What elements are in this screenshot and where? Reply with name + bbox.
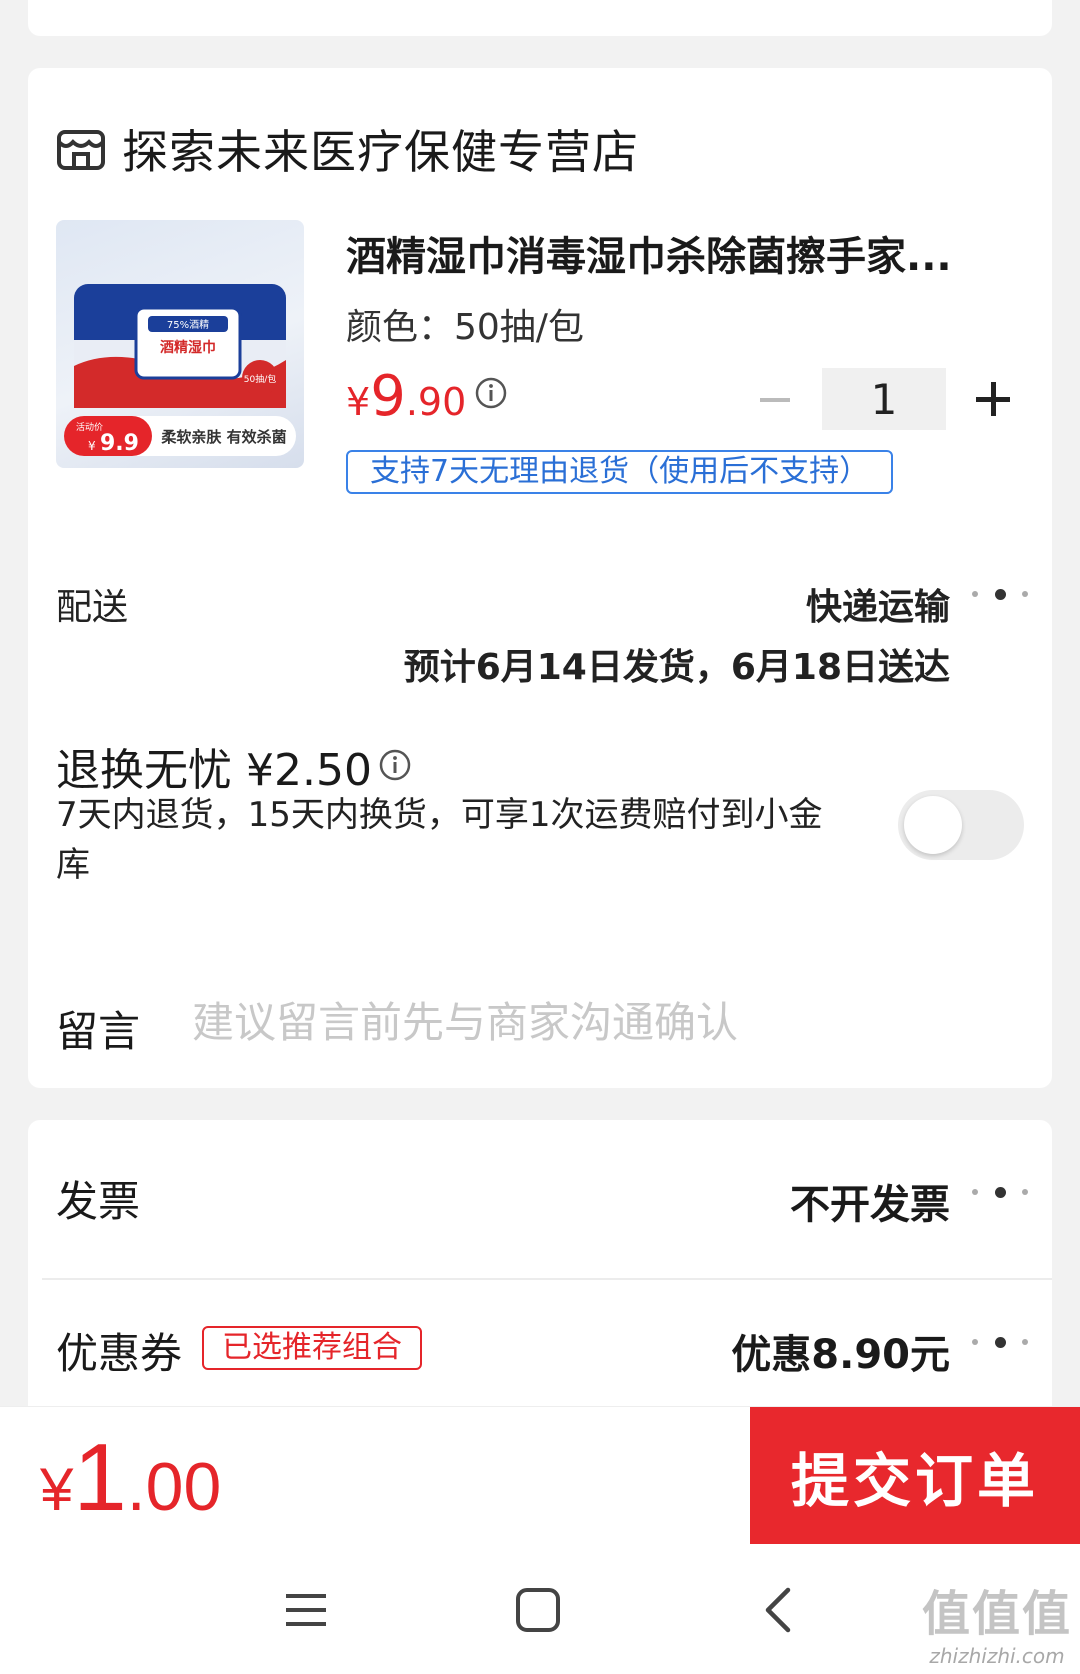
price-decimal: .90 [405,380,467,424]
invoice-more-icon[interactable] [972,1184,1028,1200]
total-price: ¥1.00 [40,1423,221,1533]
promo-text: 柔软亲肤 有效杀菌 [161,428,286,446]
product-title[interactable]: 酒精湿巾消毒湿巾杀除菌擦手家... [346,224,1026,282]
message-label: 留言 [56,1007,141,1056]
invoice-value[interactable]: 不开发票 [790,1172,950,1230]
divider [42,1278,1052,1280]
coupon-value[interactable]: 优惠8.90元 [731,1322,950,1380]
increase-quantity-button[interactable] [966,372,1020,426]
shipping-more-icon[interactable] [972,586,1028,602]
submit-order-button[interactable]: 提交订单 [750,1407,1080,1545]
promo-prefix: 活动价 [76,421,103,433]
promo-yen: ¥ [88,439,96,453]
return-policy-tag: 支持7天无理由退货（使用后不支持） [346,450,894,494]
previous-section-card [28,0,1052,36]
back-icon[interactable] [740,1570,820,1650]
watermark: 值值值 zhizhizhi.com [922,1574,1072,1668]
system-nav-bar: 值值值 zhizhizhi.com [0,1544,1080,1674]
info-icon[interactable] [474,376,508,410]
worry-free-title: 退换无忧 ¥2.50 [56,745,372,796]
watermark-url: zhizhizhi.com [929,1644,1065,1668]
count-badge: 50抽/包 [244,373,277,385]
product-price: ¥9.90 [346,364,466,429]
shipping-label: 配送 [56,587,129,628]
store-icon [57,130,105,170]
invoice-coupon-card: 发票 不开发票 优惠券 已选推荐组合 优惠8.90元 [28,1120,1052,1420]
coupon-more-icon[interactable] [972,1334,1028,1350]
product-package-illustration: 75%酒精 酒精湿巾 50抽/包 活动价 ¥ 9.9 柔软亲肤 有效杀菌 [64,284,296,456]
store-name: 探索未来医疗保健专营店 [122,125,639,179]
decrease-quantity-button[interactable] [748,372,802,426]
home-icon[interactable] [498,1570,578,1650]
coupon-selected-tag: 已选推荐组合 [202,1326,422,1370]
menu-icon[interactable] [266,1570,346,1650]
store-header[interactable]: 探索未来医疗保健专营店 [56,116,639,182]
quantity-stepper: 1 [748,368,1020,430]
invoice-label: 发票 [56,1177,141,1226]
total-currency: ¥ [40,1456,74,1523]
worry-free-description: 7天内退货，15天内换货，可享1次运费赔付到小金库 [56,795,823,885]
total-integer: 1 [73,1424,127,1531]
quantity-value[interactable]: 1 [822,368,946,430]
shipping-method[interactable]: 快递运输 [806,578,950,630]
worry-free-info-icon[interactable] [378,748,412,782]
worry-free-toggle[interactable] [898,790,1024,860]
price-integer: 9 [370,364,406,429]
package-label: 酒精湿巾 [160,339,216,356]
checkout-bar: ¥1.00 提交订单 [0,1406,1080,1545]
price-currency: ¥ [346,380,371,424]
product-spec[interactable]: 颜色：50抽/包 [346,298,584,350]
badge-concentration: 75%酒精 [167,318,209,331]
message-input[interactable] [192,992,972,1052]
watermark-logo: 值值值 [921,1586,1072,1642]
coupon-label: 优惠券 [56,1329,183,1378]
total-decimal: .00 [126,1449,222,1525]
product-image[interactable]: 75%酒精 酒精湿巾 50抽/包 活动价 ¥ 9.9 柔软亲肤 有效杀菌 [56,220,304,468]
shipping-eta[interactable]: 预计6月14日发货，6月18日送达 [404,638,950,690]
promo-price: 9.9 [100,431,139,456]
order-card: 探索未来医疗保健专营店 75%酒精 酒精湿巾 50抽/包 活动价 ¥ 9.9 柔… [28,68,1052,1088]
